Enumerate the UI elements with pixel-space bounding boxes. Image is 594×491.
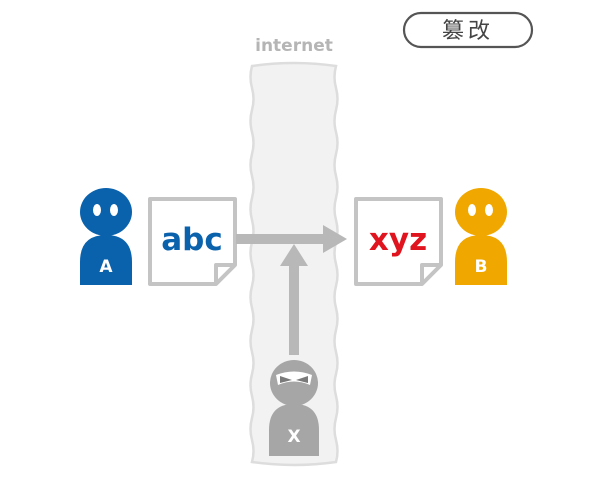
receiver-letter: B <box>475 257 488 277</box>
receiver-person-icon: B <box>455 188 507 285</box>
sender-head <box>80 188 132 236</box>
receiver-head <box>455 188 507 236</box>
tampering-arrow-shaft <box>289 262 299 355</box>
attacker-head <box>270 360 318 406</box>
sender-person-icon: A <box>80 188 132 285</box>
transmission-arrow-shaft <box>236 234 326 244</box>
badge-label: 篡改 <box>442 19 494 44</box>
receiver-eye-left <box>468 204 476 216</box>
receiver-eye-right <box>485 204 493 216</box>
sender-eye-left <box>93 204 101 216</box>
tampered-document-text: xyz <box>369 222 427 258</box>
attacker-letter: X <box>287 427 300 447</box>
sender-eye-right <box>110 204 118 216</box>
sender-letter: A <box>99 257 113 277</box>
original-document-text: abc <box>161 222 223 258</box>
tampering-diagram: 篡改 internet A B abc xyz X <box>80 11 534 467</box>
tampering-badge: 篡改 <box>402 11 534 49</box>
internet-label: internet <box>255 36 333 56</box>
original-document-icon: abc <box>148 197 237 286</box>
tampered-document-icon: xyz <box>354 197 443 286</box>
